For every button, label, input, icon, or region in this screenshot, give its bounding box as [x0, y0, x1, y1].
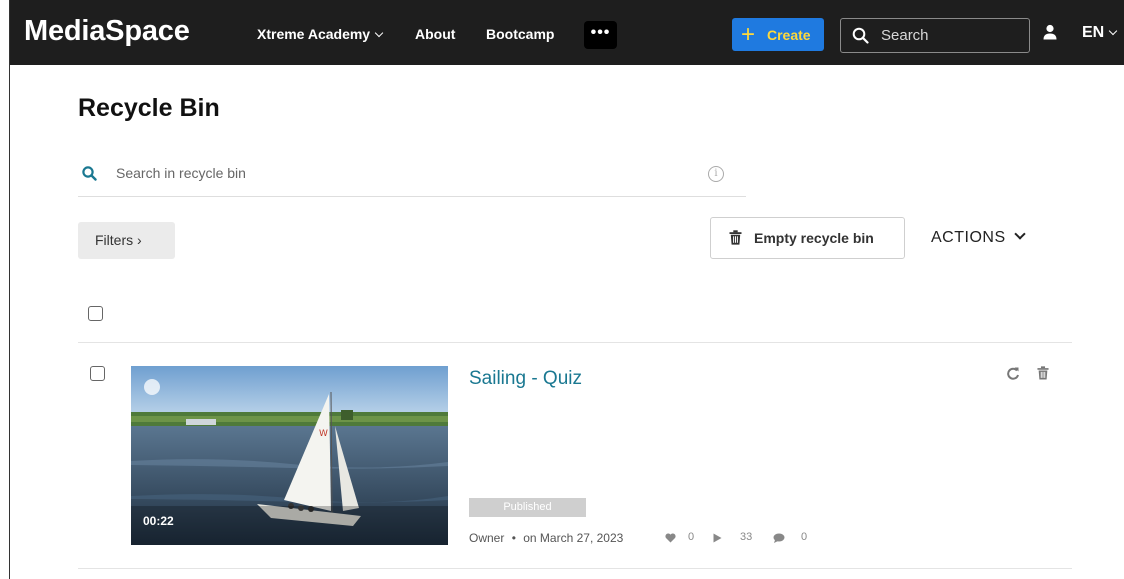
global-search-input[interactable] [879, 26, 1023, 45]
trash-icon [729, 230, 742, 245]
chevron-down-icon [1013, 228, 1026, 240]
more-icon: ••• [590, 24, 611, 41]
separator-dot: • [511, 531, 516, 545]
entry-checkbox[interactable] [90, 366, 105, 381]
global-search [840, 18, 1030, 53]
restore-icon [1007, 367, 1019, 380]
info-icon[interactable]: i [708, 166, 724, 182]
nav-item-label: Xtreme Academy [257, 26, 371, 42]
language-selector[interactable]: EN [1082, 24, 1118, 42]
actions-dropdown[interactable]: ACTIONS [931, 228, 1026, 247]
filters-button[interactable]: Filters › [78, 222, 175, 259]
recycle-bin-search-input[interactable] [114, 164, 678, 182]
nav-item-about[interactable]: About [415, 26, 455, 42]
entry-meta: Owner • on March 27, 2023 [469, 531, 623, 545]
comment-icon [773, 533, 785, 543]
video-duration: 00:22 [143, 514, 174, 528]
language-label: EN [1082, 24, 1105, 41]
top-navigation-bar: MediaSpace Xtreme Academy About Bootcamp… [10, 0, 1124, 65]
likes-count: 0 [688, 531, 695, 543]
recycle-bin-search: i [78, 150, 746, 197]
svg-text:W: W [319, 429, 328, 439]
more-menu-button[interactable]: ••• [584, 21, 617, 49]
brand-logo[interactable]: MediaSpace [24, 15, 190, 48]
delete-permanently-button[interactable] [1037, 366, 1049, 385]
actions-label: ACTIONS [931, 229, 1006, 246]
nav-item-xtreme-academy[interactable]: Xtreme Academy [257, 26, 384, 42]
create-button[interactable]: + Create [732, 18, 824, 51]
select-all-checkbox[interactable] [88, 306, 103, 321]
plays-count: 33 [740, 531, 753, 543]
entry-date: on March 27, 2023 [523, 531, 624, 545]
trash-icon [1037, 366, 1049, 380]
heart-icon [665, 533, 676, 543]
plus-icon: + [741, 21, 756, 48]
nav-item-bootcamp[interactable]: Bootcamp [486, 26, 554, 42]
restore-button[interactable] [1006, 366, 1020, 385]
divider [78, 342, 1072, 343]
page-title: Recycle Bin [78, 94, 220, 122]
chevron-down-icon [374, 28, 384, 38]
chevron-down-icon [1108, 26, 1118, 36]
empty-recycle-bin-label: Empty recycle bin [754, 230, 874, 246]
sailboat-thumbnail-image: W [131, 366, 448, 545]
entry-title-link[interactable]: Sailing - Quiz [469, 368, 582, 390]
user-icon[interactable] [1042, 24, 1058, 40]
video-thumbnail[interactable]: W [131, 366, 448, 545]
play-icon [713, 533, 722, 543]
empty-recycle-bin-button[interactable]: Empty recycle bin [710, 217, 905, 259]
window-edge [9, 0, 10, 579]
comments-count: 0 [801, 531, 808, 543]
owner-label: Owner [469, 531, 505, 545]
search-icon [82, 166, 97, 181]
divider [78, 568, 1072, 569]
search-icon [852, 27, 869, 44]
create-button-label: Create [767, 27, 811, 43]
status-badge: Published [469, 498, 586, 517]
